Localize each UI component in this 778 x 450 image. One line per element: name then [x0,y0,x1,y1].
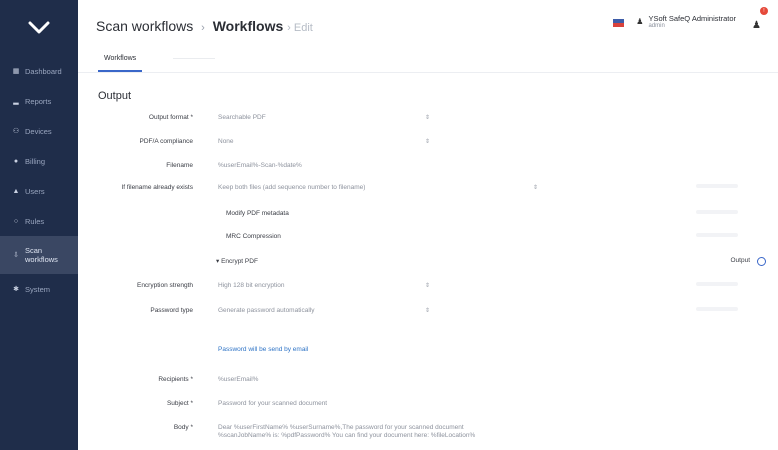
modify-pdf-row: Modify PDF metadata [78,210,778,224]
pdfa-label: PDF/A compliance [139,138,193,145]
pdfa-value: None [218,138,234,145]
devices-icon: ⚇ [12,128,20,135]
person-icon: ♟ [752,20,761,31]
logo-chevron-icon [28,21,50,34]
password-type-select[interactable]: Generate password automatically ⇕ [218,307,430,314]
sidebar-item-label: Rules [25,216,45,226]
sidebar-item-label: Users [25,186,45,196]
chevron-updown-icon: ⇕ [424,115,430,121]
chevron-updown-icon: ⇕ [424,308,430,314]
billing-icon: ● [13,157,19,165]
if-exists-select[interactable]: Keep both files (add sequence number to … [218,184,538,191]
scan-workflows-icon: ⇩ [13,252,19,259]
if-exists-label: If filename already exists [121,184,193,191]
breadcrumb: Scan workflows › Workflows › Edit [96,18,313,34]
breadcrumb-separator: › [201,22,205,34]
password-note-row: Password will be send by email [78,346,778,360]
sidebar-item-rules[interactable]: ○ Rules [0,206,78,236]
encrypt-pdf-label: Encrypt PDF [221,258,258,265]
reports-icon: ▂ [13,98,19,105]
subject-input[interactable]: Password for your scanned document [218,400,327,407]
sidebar-item-billing[interactable]: ● Billing [0,146,78,176]
filename-input[interactable]: %userEmail%-Scan-%date% [218,162,302,169]
password-note: Password will be send by email [218,346,309,353]
section-title: Output [98,90,132,102]
pdfa-row: PDF/A compliance None ⇕ [78,138,778,152]
enc-strength-value: High 128 bit encryption [218,282,285,289]
enc-strength-row: Encryption strength High 128 bit encrypt… [78,282,778,296]
rules-icon: ○ [13,217,19,225]
chevron-updown-icon: ⇕ [424,139,430,145]
chevron-updown-icon: ⇕ [532,185,538,191]
tab-workflows[interactable]: Workflows [98,55,143,72]
radio-ring-icon[interactable] [757,257,766,266]
recipients-input[interactable]: %userEmail% [218,376,258,383]
placeholder-bar [696,282,738,286]
sidebar-item-users[interactable]: ▲ Users [0,176,78,206]
sidebar-item-label: Dashboard [25,66,62,76]
sidebar-item-dashboard[interactable]: ▦ Dashboard [0,56,78,86]
placeholder-bar [696,184,738,188]
output-format-label: Output format * [148,114,193,121]
users-icon: ▲ [12,187,20,195]
sidebar-item-reports[interactable]: ▂ Reports [0,86,78,116]
pdfa-select[interactable]: None ⇕ [218,138,430,145]
enc-strength-select[interactable]: High 128 bit encryption ⇕ [218,282,430,289]
enc-strength-label: Encryption strength [136,282,193,289]
breadcrumb-current[interactable]: Workflows [213,18,284,34]
app-logo[interactable] [0,0,78,56]
body-textarea[interactable]: Dear %userFirstName% %userSurname%,The p… [218,424,518,440]
password-type-row: Password type Generate password automati… [78,307,778,321]
output-format-select[interactable]: Searchable PDF ⇕ [218,114,430,121]
sidebar-item-label: Billing [25,156,46,166]
password-type-label: Password type [150,307,193,314]
mrc-toggle[interactable]: MRC Compression [226,233,281,240]
subject-row: Subject * Password for your scanned docu… [78,400,778,414]
dashboard-icon: ▦ [12,68,20,75]
tab-bar: Workflows —————— [78,50,778,73]
encrypt-pdf-toggle[interactable]: ▾ Encrypt PDF [216,257,258,265]
expand-caret-icon: ▾ [216,258,220,265]
recipients-label: Recipients * [158,376,193,383]
breadcrumb-root[interactable]: Scan workflows [96,18,193,34]
user-icon: ♟ [636,17,644,26]
sidebar-item-label: Devices [25,126,52,136]
sidebar-item-label: Scan workflows [25,246,58,264]
sidebar-item-label: System [25,284,51,294]
placeholder-bar [696,233,738,237]
subject-label: Subject * [166,400,193,407]
output-format-row: Output format * Searchable PDF ⇕ [78,114,778,128]
avatar[interactable]: ♟ ! [752,7,768,31]
if-exists-row: If filename already exists Keep both fil… [78,184,778,198]
placeholder-bar [696,210,738,214]
filename-label: Filename [166,162,193,169]
user-name: YSoft SafeQ Administrator [648,14,736,23]
chevron-updown-icon: ⇕ [424,283,430,289]
recipients-row: Recipients * %userEmail% [78,376,778,390]
output-format-value: Searchable PDF [218,114,266,121]
if-exists-value: Keep both files (add sequence number to … [218,184,366,191]
tab-inactive[interactable]: —————— [173,55,215,62]
notification-badge: ! [760,7,768,15]
page-header: Scan workflows › Workflows › Edit ♟ YSof… [78,0,778,50]
breadcrumb-tail: › Edit [287,22,313,34]
body-label: Body * [173,424,193,431]
filename-row: Filename %userEmail%-Scan-%date% [78,162,778,176]
user-role: admin [648,23,665,29]
sidebar-item-scan-workflows[interactable]: ⇩ Scan workflows [0,236,78,274]
workflow-form: Output Output format * Searchable PDF ⇕ … [78,72,778,450]
output-link[interactable]: Output [730,257,750,264]
system-icon: ✱ [13,286,19,293]
body-row: Body * Dear %userFirstName% %userSurname… [78,424,778,444]
sidebar-item-system[interactable]: ✱ System [0,274,78,304]
sidebar-item-label: Reports [25,96,52,106]
user-menu[interactable]: ♟ YSoft SafeQ Administrator admin ♟ ! [613,7,768,31]
language-flag-icon[interactable] [613,19,625,27]
user-info: YSoft SafeQ Administrator admin [648,15,736,30]
placeholder-bar [696,307,738,311]
mrc-row: MRC Compression [78,233,778,247]
modify-pdf-toggle[interactable]: Modify PDF metadata [226,210,289,217]
encrypt-row: ▾ Encrypt PDF Output [78,257,778,271]
password-type-value: Generate password automatically [218,307,315,314]
